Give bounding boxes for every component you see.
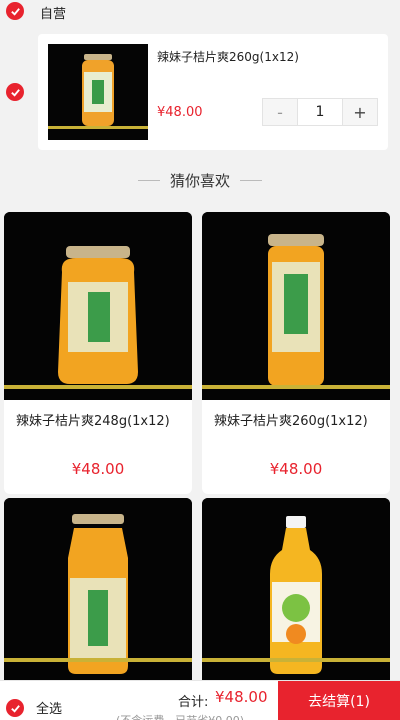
total-label: 合计: [178, 695, 209, 710]
product-price: ¥48.00 [71, 460, 125, 478]
product-image [4, 498, 192, 686]
store-name: 自营 [40, 7, 67, 22]
total-price: ¥48.00 [215, 688, 268, 706]
cart-item-title[interactable]: 辣妹子桔片爽260g(1x12) [157, 48, 299, 65]
shipping-note: (不含运费，已节省¥0.00) [116, 712, 244, 720]
product-image [202, 498, 390, 686]
bottle-image [202, 498, 390, 686]
jar-image [202, 212, 390, 400]
cart-item-image[interactable] [48, 44, 148, 140]
checkmark-icon [10, 88, 20, 97]
product-price: ¥48.00 [269, 460, 323, 478]
select-all-label[interactable]: 全选 [36, 698, 62, 717]
recommend-title: 猜你喜欢 [169, 172, 230, 190]
recommend-header: 猜你喜欢 [0, 170, 400, 191]
jar-image [4, 498, 192, 686]
checkmark-icon [10, 7, 20, 16]
decrease-button[interactable]: - [263, 99, 297, 125]
checkmark-icon [10, 704, 20, 713]
quantity-stepper: - 1 + [262, 98, 378, 126]
store-checkbox[interactable] [6, 2, 24, 20]
product-image [202, 212, 390, 400]
product-card[interactable] [202, 498, 390, 688]
jar-image [4, 212, 192, 400]
product-image [4, 212, 192, 400]
checkout-bar: 全选 合计: ¥48.00 (不含运费，已节省¥0.00) 去结算(1) [0, 680, 400, 720]
divider [137, 180, 160, 181]
quantity-value[interactable]: 1 [297, 99, 343, 125]
product-name: 辣妹子桔片爽248g(1x12) [16, 414, 170, 429]
cart-item-checkbox[interactable] [6, 83, 24, 101]
select-all-checkbox[interactable] [6, 699, 24, 717]
product-card[interactable]: 辣妹子桔片爽248g(1x12) ¥48.00 [4, 212, 192, 494]
jar-image [48, 44, 148, 140]
checkout-button[interactable]: 去结算(1) [278, 681, 400, 720]
product-name: 辣妹子桔片爽260g(1x12) [214, 414, 368, 429]
increase-button[interactable]: + [343, 99, 377, 125]
product-card[interactable]: 辣妹子桔片爽260g(1x12) ¥48.00 [202, 212, 390, 494]
cart-item-price: ¥48.00 [157, 105, 203, 120]
store-header: 自营 [0, 0, 400, 24]
product-card[interactable] [4, 498, 192, 688]
divider [240, 180, 262, 181]
